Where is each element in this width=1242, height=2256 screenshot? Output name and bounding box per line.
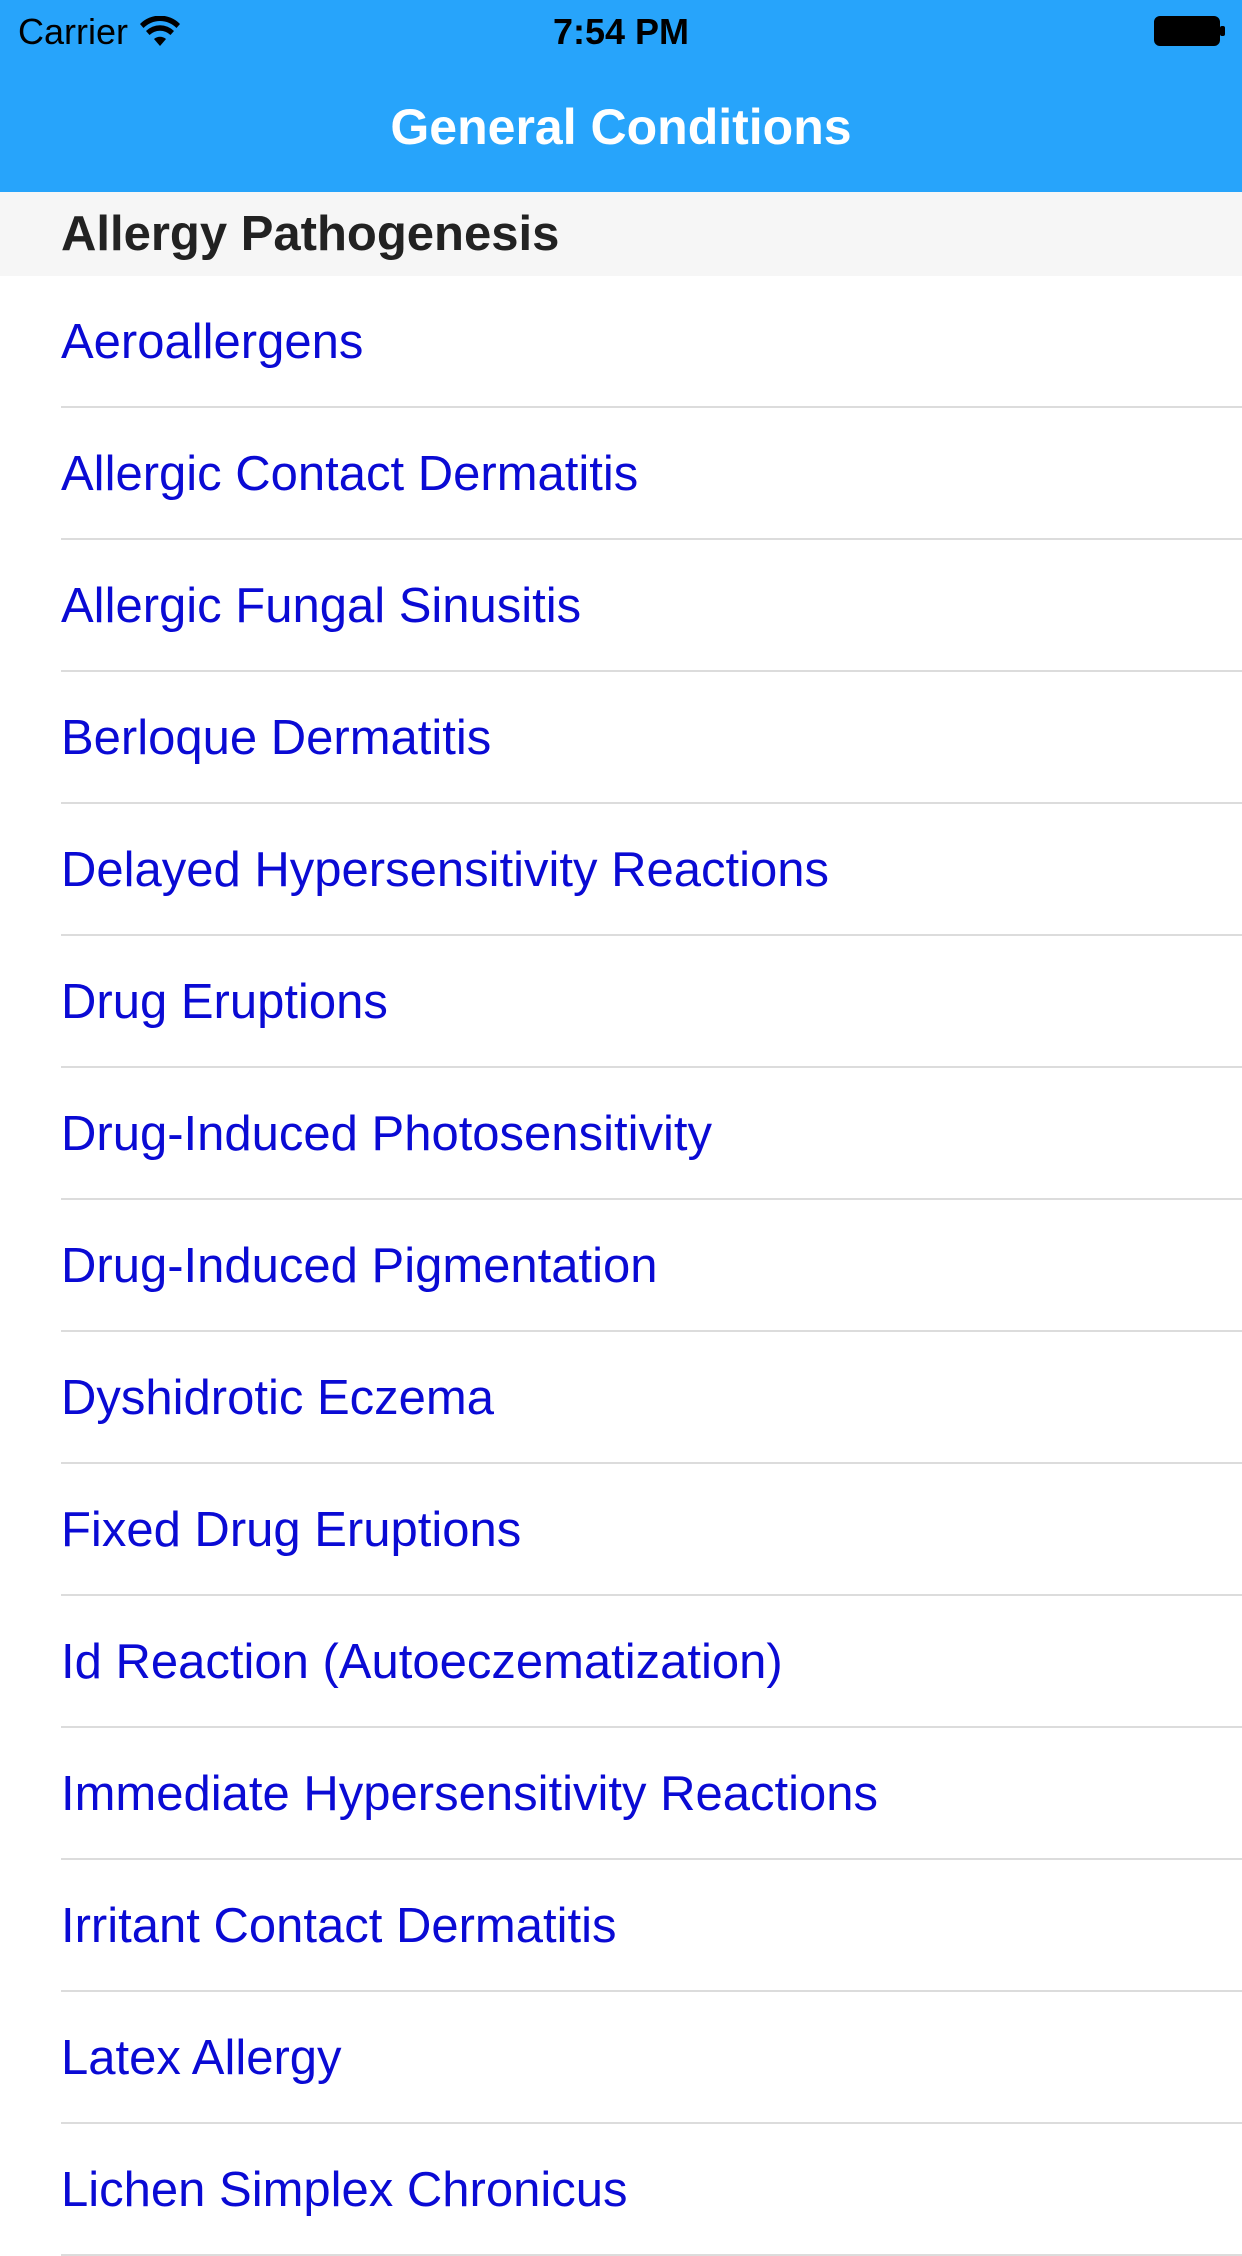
list-item-label: Drug-Induced Pigmentation [61, 1239, 658, 1293]
list-item[interactable]: Latex Allergy [0, 1992, 1242, 2124]
list-item-label: Fixed Drug Eruptions [61, 1503, 522, 1557]
list-item[interactable]: Drug-Induced Photosensitivity [0, 1068, 1242, 1200]
list-item[interactable]: Delayed Hypersensitivity Reactions [0, 804, 1242, 936]
list-item-label: Lichen Simplex Chronicus [61, 2163, 628, 2217]
list-item-label: Berloque Dermatitis [61, 711, 492, 765]
conditions-list: Aeroallergens Allergic Contact Dermatitis… [0, 276, 1242, 2256]
list-item-label: Drug Eruptions [61, 975, 388, 1029]
list-item[interactable]: Immediate Hypersensitivity Reactions [0, 1728, 1242, 1860]
list-item[interactable]: Irritant Contact Dermatitis [0, 1860, 1242, 1992]
list-item-label: Drug-Induced Photosensitivity [61, 1107, 712, 1161]
list-item-label: Aeroallergens [61, 315, 364, 369]
list-item[interactable]: Berloque Dermatitis [0, 672, 1242, 804]
list-item[interactable]: Allergic Fungal Sinusitis [0, 540, 1242, 672]
navigation-bar: Carrier 7:54 PM General Conditions [0, 0, 1242, 192]
section-title: Allergy Pathogenesis [61, 207, 560, 261]
list-item-label: Irritant Contact Dermatitis [61, 1899, 617, 1953]
battery-icon [1154, 16, 1225, 46]
list-item[interactable]: Drug-Induced Pigmentation [0, 1200, 1242, 1332]
list-item[interactable]: Drug Eruptions [0, 936, 1242, 1068]
page-title: General Conditions [390, 99, 852, 155]
list-item[interactable]: Allergic Contact Dermatitis [0, 408, 1242, 540]
status-bar: Carrier 7:54 PM [0, 0, 1242, 60]
list-item-label: Delayed Hypersensitivity Reactions [61, 843, 829, 897]
list-item-label: Dyshidrotic Eczema [61, 1371, 494, 1425]
list-item[interactable]: Fixed Drug Eruptions [0, 1464, 1242, 1596]
list-item-label: Allergic Fungal Sinusitis [61, 579, 582, 633]
list-item-label: Immediate Hypersensitivity Reactions [61, 1767, 878, 1821]
list-item[interactable]: Aeroallergens [0, 276, 1242, 408]
list-item[interactable]: Lichen Simplex Chronicus [0, 2124, 1242, 2256]
list-item[interactable]: Id Reaction (Autoeczematization) [0, 1596, 1242, 1728]
list-item-label: Latex Allergy [61, 2031, 342, 2085]
list-item-label: Allergic Contact Dermatitis [61, 447, 639, 501]
list-item-label: Id Reaction (Autoeczematization) [61, 1635, 783, 1689]
list-item[interactable]: Dyshidrotic Eczema [0, 1332, 1242, 1464]
section-header: Allergy Pathogenesis [0, 192, 1242, 276]
status-time: 7:54 PM [552, 11, 690, 52]
